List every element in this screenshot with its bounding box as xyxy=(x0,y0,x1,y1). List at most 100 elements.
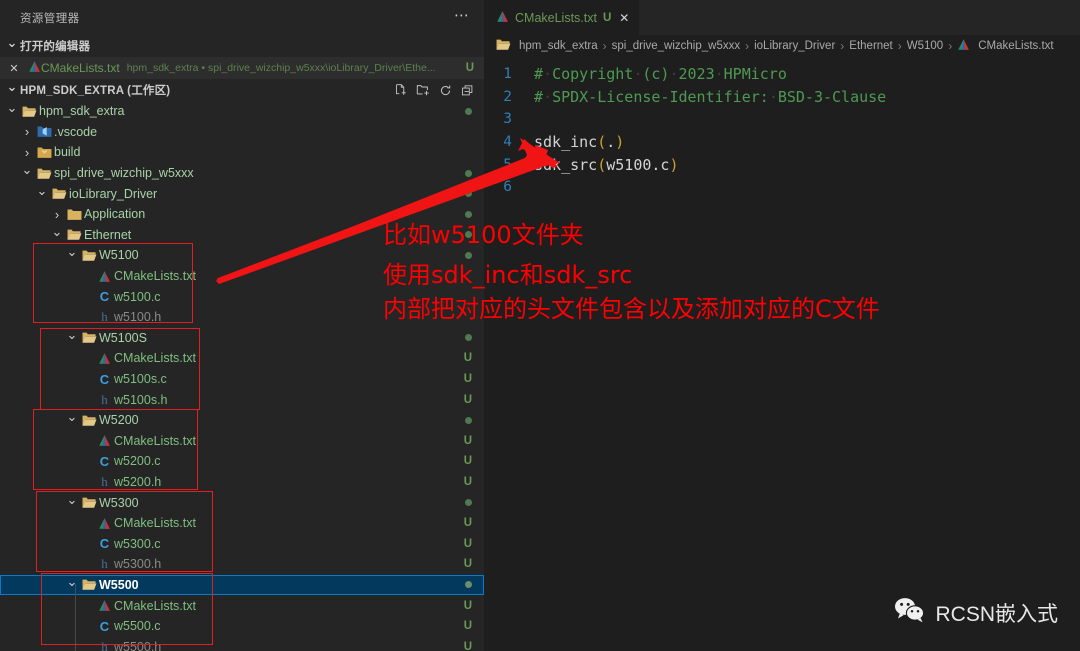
open-editor-row[interactable]: ✕ CMakeLists.txt hpm_sdk_extra • spi_dri… xyxy=(0,57,484,79)
editor-tab-bar: CMakeLists.txt U ✕ xyxy=(484,0,1080,35)
tree-item-iolibrary-driver[interactable]: ⌄ ioLibrary_Driver xyxy=(0,183,484,204)
tree-item-hpm-sdk-extra[interactable]: ⌄ hpm_sdk_extra xyxy=(0,100,484,122)
chevron-down-icon[interactable]: ⌄ xyxy=(64,492,80,511)
chevron-down-icon[interactable]: ⌄ xyxy=(19,162,35,181)
section-workspace[interactable]: HPM_SDK_EXTRA (工作区) xyxy=(0,79,484,101)
folder-open-icon xyxy=(50,187,69,200)
tree-item-cmakelists-txt[interactable]: CMakeLists.txt U xyxy=(0,431,484,452)
tree-item-label: CMakeLists.txt xyxy=(114,351,196,366)
indent-guide xyxy=(75,584,76,651)
chevron-down-icon[interactable]: ⌄ xyxy=(64,244,80,263)
status-badge: U xyxy=(463,558,472,571)
line-number: 6 xyxy=(503,179,512,196)
tab-label: CMakeLists.txt xyxy=(515,11,597,25)
ellipsis-icon[interactable]: ⋯ xyxy=(454,6,470,30)
tree-item-label: spi_drive_wizchip_w5xxx xyxy=(54,166,194,181)
wechat-icon xyxy=(894,597,926,629)
h-file-icon: h xyxy=(101,556,108,572)
tree-item-w5200-c[interactable]: Cw5200.c U xyxy=(0,451,484,472)
code-line: 4 sdk_inc(.) xyxy=(484,131,1080,154)
tree-item-cmakelists-txt[interactable]: CMakeLists.txt U xyxy=(0,513,484,534)
cmake-icon xyxy=(496,10,509,26)
chevron-down-icon xyxy=(4,38,20,54)
chevron-down-icon[interactable]: ⌄ xyxy=(64,327,80,346)
c-file-icon: C xyxy=(99,289,110,305)
tree-item-w5300-c[interactable]: Cw5300.c U xyxy=(0,533,484,554)
breadcrumb-item[interactable]: Ethernet xyxy=(849,40,892,52)
tree-item-label: Ethernet xyxy=(84,227,132,242)
open-editor-name: CMakeLists.txt xyxy=(41,61,120,75)
tree-item-w5500[interactable]: ⌄ W5500 xyxy=(0,574,484,596)
tree-item-w5100[interactable]: ⌄ W5100 xyxy=(0,244,484,266)
chevron-down-icon[interactable]: ⌄ xyxy=(4,100,20,119)
line-number: 4 xyxy=(503,134,512,151)
new-folder-icon[interactable] xyxy=(416,83,430,97)
tree-item-label: w5500.c xyxy=(114,619,161,634)
cmake-icon xyxy=(28,60,41,76)
close-icon[interactable]: ✕ xyxy=(0,62,28,75)
status-badge: U xyxy=(463,373,472,386)
explorer-sidebar: 资源管理器 ⋯ 打开的编辑器 ✕ CMakeLists.txt hpm_sdk_… xyxy=(0,0,484,651)
file-tree: ⌄ hpm_sdk_extra › .vscode › build ⌄ spi_drive_w… xyxy=(0,100,484,651)
chevron-down-icon[interactable]: ⌄ xyxy=(64,409,80,428)
tree-item-w5100-h[interactable]: h w5100.h xyxy=(0,307,484,328)
breadcrumb-item[interactable]: hpm_sdk_extra xyxy=(519,40,598,52)
tree-item-w5100-c[interactable]: Cw5100.c xyxy=(0,286,484,307)
status-badge: U xyxy=(463,455,472,468)
code-token: ) xyxy=(615,133,625,152)
status-badge: U xyxy=(463,434,472,447)
status-badge: U xyxy=(463,475,472,488)
tree-item-application[interactable]: › Application xyxy=(0,204,484,225)
chevron-down-icon[interactable]: ⌄ xyxy=(34,183,50,202)
modified-dot-icon xyxy=(465,499,472,507)
status-badge: U xyxy=(463,537,472,550)
code-line-text: #·SPDX-License-Identifier:·BSD-3-Clause xyxy=(534,88,886,106)
status-badge: U xyxy=(463,599,472,612)
modified-dot-icon xyxy=(465,334,472,342)
tree-item-label: CMakeLists.txt xyxy=(114,269,196,284)
breadcrumb-item[interactable]: spi_drive_wizchip_w5xxx xyxy=(612,40,740,52)
tree-item-spi-drive-wizchip-w5xxx[interactable]: ⌄ spi_drive_wizchip_w5xxx xyxy=(0,162,484,184)
tree-item-w5200[interactable]: ⌄ W5200 xyxy=(0,409,484,431)
tree-item-label: build xyxy=(54,145,81,160)
tree-item--vscode[interactable]: › .vscode xyxy=(0,122,484,143)
refresh-icon[interactable] xyxy=(439,84,452,97)
chevron-down-icon[interactable]: ⌄ xyxy=(49,224,65,243)
tree-item-cmakelists-txt[interactable]: CMakeLists.txt U xyxy=(0,595,484,616)
code-line: 2 #·SPDX-License-Identifier:·BSD-3-Clause xyxy=(484,86,1080,109)
tree-item-ethernet[interactable]: ⌄ Ethernet xyxy=(0,224,484,246)
watermark: RCSN嵌入式 xyxy=(894,597,1058,629)
close-icon[interactable]: ✕ xyxy=(619,11,629,25)
h-file-icon: h xyxy=(101,473,108,489)
new-file-icon[interactable] xyxy=(394,83,407,97)
tree-item-cmakelists-txt[interactable]: CMakeLists.txt xyxy=(0,266,484,287)
tree-item-label: w5300.c xyxy=(114,536,161,551)
tree-item-w5500-h[interactable]: h w5500.h U xyxy=(0,636,484,651)
breadcrumb: hpm_sdk_extra › spi_drive_wizchip_w5xxx › io… xyxy=(484,35,1080,57)
breadcrumb-separator: › xyxy=(840,39,845,53)
chevron-right-icon[interactable]: › xyxy=(49,207,65,222)
tree-item-w5300-h[interactable]: h w5300.h U xyxy=(0,554,484,575)
tree-item-label: CMakeLists.txt xyxy=(114,516,196,531)
tree-item-w5200-h[interactable]: h w5200.h U xyxy=(0,472,484,493)
collapse-all-icon[interactable] xyxy=(461,84,474,97)
chevron-down-icon[interactable]: ⌄ xyxy=(64,574,80,593)
tree-item-w5100s[interactable]: ⌄ W5100S xyxy=(0,327,484,349)
folder-open-icon xyxy=(80,249,99,262)
tree-item-w5300[interactable]: ⌄ W5300 xyxy=(0,492,484,513)
breadcrumb-item[interactable]: CMakeLists.txt xyxy=(978,40,1053,52)
tree-item-build[interactable]: › build xyxy=(0,142,484,163)
code-token: #·SPDX-License-Identifier:·BSD-3-Clause xyxy=(534,87,887,106)
section-open-editors[interactable]: 打开的编辑器 xyxy=(0,35,484,57)
breadcrumb-item[interactable]: W5100 xyxy=(907,40,943,52)
tree-item-w5500-c[interactable]: Cw5500.c U xyxy=(0,616,484,637)
chevron-right-icon[interactable]: › xyxy=(19,124,35,139)
tree-item-w5100s-h[interactable]: h w5100s.h U xyxy=(0,389,484,410)
breadcrumb-item[interactable]: ioLibrary_Driver xyxy=(754,40,835,52)
chevron-right-icon[interactable]: › xyxy=(19,145,35,160)
tree-item-cmakelists-txt[interactable]: CMakeLists.txt U xyxy=(0,348,484,369)
tab-cmakelists[interactable]: CMakeLists.txt U ✕ xyxy=(484,0,640,35)
code-content[interactable]: 1 #·Copyright·(c)·2023·HPMicro 2 #·SPDX-Lic… xyxy=(484,57,1080,199)
tree-item-w5100s-c[interactable]: Cw5100s.c U xyxy=(0,369,484,390)
modified-dot-icon xyxy=(465,581,472,589)
